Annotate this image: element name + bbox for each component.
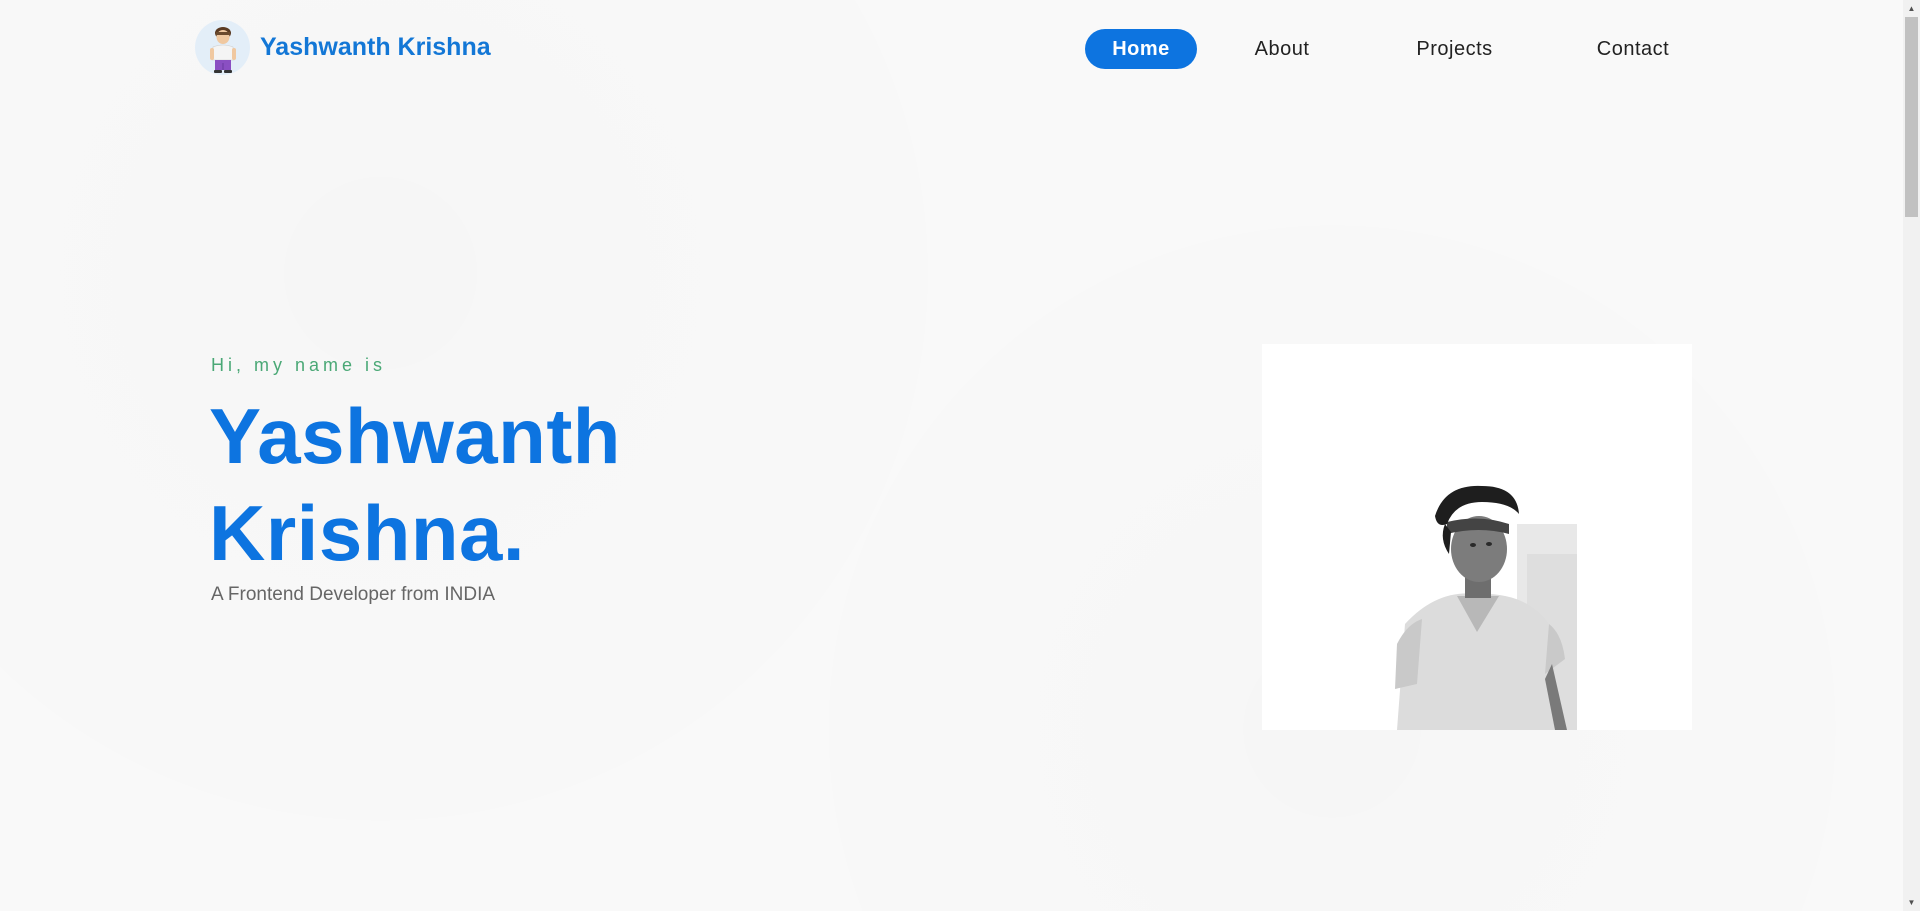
scroll-up-icon[interactable]: ▲	[1903, 0, 1920, 17]
nav-about[interactable]: About	[1242, 29, 1322, 69]
portrait-photo-icon	[1377, 484, 1577, 730]
brand-link[interactable]: Yashwanth Krishna	[195, 20, 491, 75]
page: Yashwanth Krishna Home About Projects Co…	[0, 0, 1903, 911]
hero-greeting: Hi, my name is	[211, 355, 387, 375]
profile-photo-frame	[1262, 344, 1692, 730]
nav-contact[interactable]: Contact	[1588, 29, 1678, 69]
scrollbar-thumb[interactable]	[1905, 17, 1918, 217]
nav-projects[interactable]: Projects	[1407, 29, 1502, 69]
avatar-icon	[195, 20, 250, 75]
brand-name: Yashwanth Krishna	[260, 33, 491, 61]
scroll-down-icon[interactable]: ▼	[1903, 894, 1920, 911]
hero-name: Yashwanth Krishna.	[209, 388, 621, 582]
hero-tagline: A Frontend Developer from INDIA	[211, 584, 496, 605]
vertical-scrollbar[interactable]: ▲ ▼	[1903, 0, 1920, 911]
hero-name-last: Krishna.	[209, 489, 526, 577]
hero-name-first: Yashwanth	[209, 392, 621, 480]
nav-home[interactable]: Home	[1085, 29, 1197, 69]
